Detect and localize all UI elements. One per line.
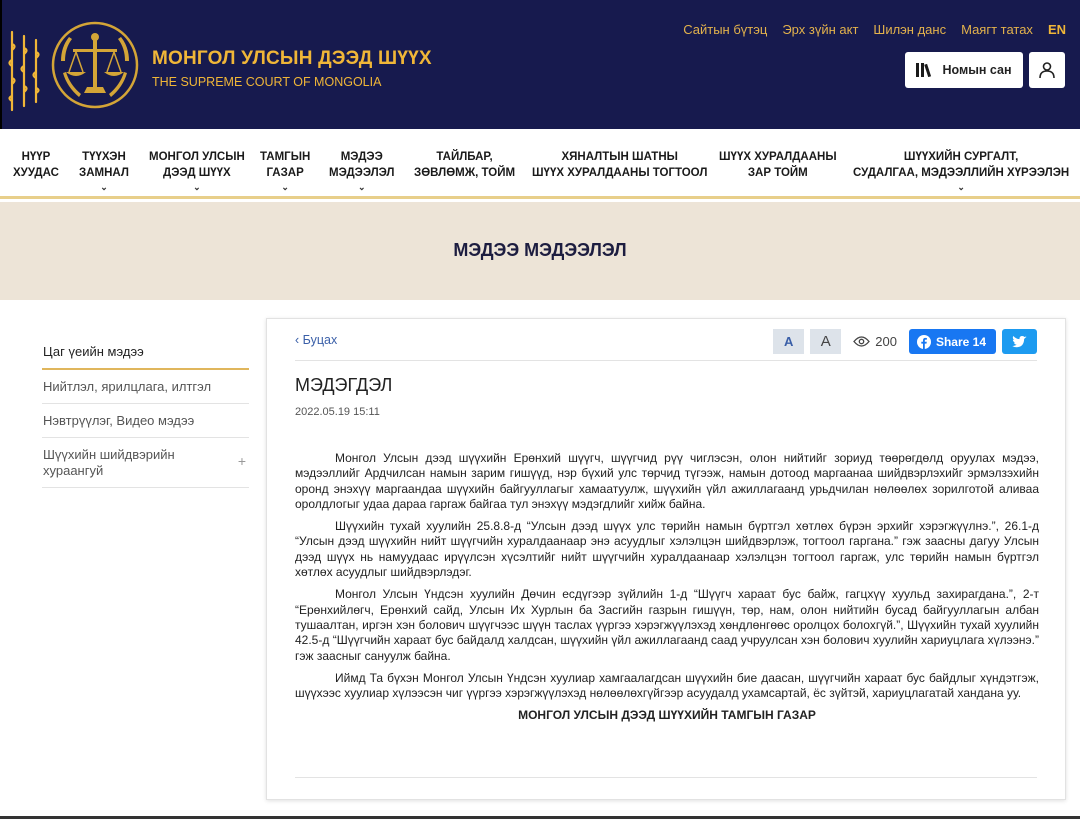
nav-hearing-notices[interactable]: ШҮҮХ ХУРАЛДААНЫ ЗАР ТОЙМ (719, 149, 837, 181)
chevron-down-icon: ⌄ (100, 182, 108, 192)
nav-supervisory-rulings[interactable]: ХЯНАЛТЫН ШАТНЫ ШҮҮХ ХУРАЛДААНЫ ТОГТООЛ (532, 149, 707, 181)
article-paragraph: Монгол Улсын Үндсэн хуулийн Дөчин есдүгэ… (295, 587, 1039, 663)
article-card: ‹ Буцах A A 200 Share 14 МЭДЭГДЭЛ 2022.0 (266, 318, 1066, 800)
sidebar: Цаг үеийн мэдээ Нийтлэл, ярилцлага, илтг… (42, 335, 249, 488)
article-paragraph: Иймд Та бүхэн Монгол Улсын Үндсэн хуулиа… (295, 670, 1039, 701)
language-switch[interactable]: EN (1048, 22, 1066, 37)
sidebar-item-articles[interactable]: Нийтлэл, ярилцлага, илтгэл (42, 370, 249, 404)
link-forms[interactable]: Маягт татах (961, 22, 1033, 37)
twitter-share-button[interactable] (1002, 329, 1037, 354)
nav-secretariat[interactable]: ТАМГЫН ГАЗАР ⌄ (260, 149, 310, 192)
library-button[interactable]: Номын сан (905, 52, 1023, 88)
font-increase-button[interactable]: A (810, 329, 842, 354)
nav-commentary[interactable]: ТАЙЛБАР, ЗӨВЛӨМЖ, ТОЙМ (414, 149, 515, 181)
nav-training-institute[interactable]: ШҮҮХИЙН СУРГАЛТ, СУДАЛГАА, МЭДЭЭЛЛИЙН ХҮ… (853, 149, 1069, 192)
article-paragraph: Шүүхийн тухай хуулийн 25.8.8-д “Улсын дэ… (295, 519, 1039, 580)
back-link[interactable]: ‹ Буцах (295, 333, 337, 347)
article-toolbar: A A 200 Share 14 (773, 329, 1037, 354)
divider (295, 777, 1037, 778)
user-button[interactable] (1029, 52, 1065, 88)
view-count: 200 (847, 329, 903, 354)
main-nav: НҮҮР ХУУДАС ТҮҮХЭН ЗАМНАЛ ⌄ МОНГОЛ УЛСЫН… (0, 129, 1080, 199)
nav-news[interactable]: МЭДЭЭ МЭДЭЭЛЭЛ ⌄ (329, 149, 394, 192)
chevron-down-icon: ⌄ (193, 182, 201, 192)
top-links: Сайтын бүтэц Эрх зүйн акт Шилэн данс Мая… (683, 22, 1066, 37)
chevron-down-icon: ⌄ (281, 182, 289, 192)
library-books-icon (916, 63, 932, 77)
nav-supreme-court[interactable]: МОНГОЛ УЛСЫН ДЭЭД ШҮҮХ ⌄ (149, 149, 245, 192)
article-title: МЭДЭГДЭЛ (295, 375, 393, 395)
divider (295, 360, 1037, 361)
eye-icon (853, 336, 871, 347)
nav-history[interactable]: ТҮҮХЭН ЗАМНАЛ ⌄ (79, 149, 129, 192)
twitter-bird-icon (1012, 335, 1027, 347)
sidebar-item-current-news[interactable]: Цаг үеийн мэдээ (42, 335, 249, 370)
chevron-down-icon: ⌄ (357, 182, 366, 192)
site-header: МОНГОЛ УЛСЫН ДЭЭД ШҮҮХ THE SUPREME COURT… (0, 0, 1080, 129)
nav-home[interactable]: НҮҮР ХУУДАС (13, 149, 59, 181)
article-date: 2022.05.19 15:11 (295, 406, 380, 418)
sidebar-item-broadcasts[interactable]: Нэвтрүүлэг, Видео мэдээ (42, 404, 249, 438)
chevron-left-icon: ‹ (295, 333, 300, 347)
facebook-icon (916, 334, 931, 349)
article-signature: МОНГОЛ УЛСЫН ДЭЭД ШҮҮХИЙН ТАМГЫН ГАЗАР (518, 708, 816, 723)
page-title: МЭДЭЭ МЭДЭЭЛЭЛ (453, 240, 627, 260)
user-icon (1039, 62, 1055, 79)
site-title[interactable]: МОНГОЛ УЛСЫН ДЭЭД ШҮҮХ (152, 48, 432, 70)
mongolian-script-logo (8, 30, 40, 112)
link-sitemap[interactable]: Сайтын бүтэц (683, 22, 767, 37)
facebook-share-button[interactable]: Share 14 (908, 329, 996, 354)
link-legal-acts[interactable]: Эрх зүйн акт (782, 22, 858, 37)
sidebar-item-decision-summaries[interactable]: Шүүхийн шийдвэрийн хураангуй + (42, 438, 249, 488)
library-label: Номын сан (942, 63, 1012, 77)
article-body: Монгол Улсын дээд шүүхийн Ерөнхий шүүгч,… (295, 451, 1039, 724)
link-transparency[interactable]: Шилэн данс (873, 22, 946, 37)
scales-of-justice-emblem-icon[interactable] (51, 21, 139, 109)
site-subtitle[interactable]: THE SUPREME COURT OF MONGOLIA (152, 75, 381, 89)
font-decrease-button[interactable]: A (773, 329, 805, 354)
frame-edge (0, 0, 2, 129)
chevron-down-icon: ⌄ (957, 182, 965, 192)
article-paragraph: Монгол Улсын дээд шүүхийн Ерөнхий шүүгч,… (295, 451, 1039, 511)
expand-plus-icon[interactable]: + (238, 453, 246, 469)
